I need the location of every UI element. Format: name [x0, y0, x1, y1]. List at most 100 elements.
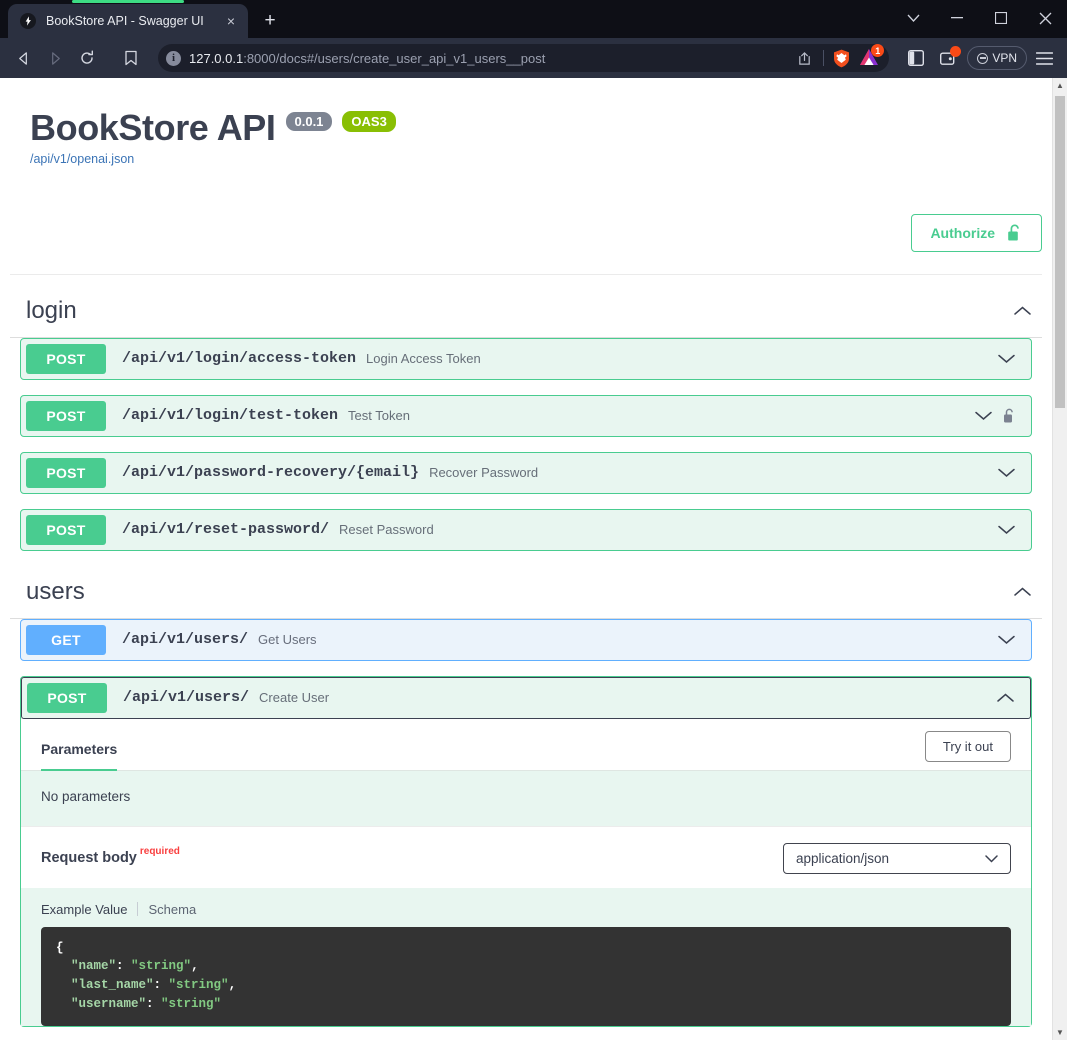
- operation-path: /api/v1/password-recovery/{email}: [122, 464, 420, 482]
- spec-url-link[interactable]: /api/v1/openai.json: [10, 152, 1042, 166]
- no-parameters-text: No parameters: [21, 769, 1031, 826]
- operation-summary[interactable]: POST/api/v1/login/test-token Test Token: [21, 396, 1031, 436]
- scroll-up-arrow-icon[interactable]: ▲: [1053, 78, 1067, 93]
- tab-example-value[interactable]: Example Value: [41, 902, 137, 917]
- minimize-window-button[interactable]: [935, 1, 979, 35]
- url-host: 127.0.0.1: [189, 50, 244, 66]
- close-window-button[interactable]: [1023, 1, 1067, 35]
- window-controls: [891, 0, 1067, 38]
- browser-tab[interactable]: BookStore API - Swagger UI ×: [8, 4, 248, 38]
- unlock-icon: [1007, 224, 1023, 242]
- tab-parameters[interactable]: Parameters: [41, 733, 118, 771]
- operation-post-collapsed[interactable]: POST/api/v1/reset-password/Reset Passwor…: [20, 508, 1032, 551]
- operation-controls: [975, 408, 1026, 424]
- reload-icon[interactable]: [72, 43, 102, 73]
- operation-get-collapsed[interactable]: GET/api/v1/users/Get Users: [20, 618, 1032, 661]
- chevron-down-icon[interactable]: [975, 411, 993, 421]
- operation-post-collapsed[interactable]: POST/api/v1/login/access-token Login Acce…: [20, 337, 1032, 380]
- request-body-label: Request body required: [41, 846, 180, 866]
- operation-path: /api/v1/users/: [122, 631, 249, 649]
- operation-summary[interactable]: POST/api/v1/login/access-token Login Acce…: [21, 339, 1031, 379]
- address-bar[interactable]: i 127.0.0.1:8000/docs#/users/create_user…: [158, 44, 890, 72]
- operation-summary[interactable]: POST/api/v1/reset-password/Reset Passwor…: [21, 510, 1031, 550]
- required-marker: required: [139, 846, 180, 858]
- operation-summary-text: Recover Password: [429, 465, 539, 481]
- example-tabs: Example Value Schema: [41, 902, 1011, 917]
- back-icon[interactable]: [8, 43, 38, 73]
- share-icon[interactable]: [794, 48, 814, 68]
- vpn-button[interactable]: VPN: [967, 46, 1027, 70]
- operation-post-collapsed[interactable]: POST/api/v1/login/test-token Test Token: [20, 394, 1032, 437]
- operation-summary[interactable]: GET/api/v1/users/Get Users: [21, 620, 1031, 660]
- operation-summary[interactable]: POST/api/v1/users/Create User: [21, 676, 1031, 719]
- leo-ai-icon[interactable]: 1: [859, 44, 885, 68]
- try-it-out-button[interactable]: Try it out: [924, 730, 1011, 762]
- toolbar-divider: [823, 50, 825, 66]
- authorize-button[interactable]: Authorize: [911, 213, 1042, 252]
- operation-summary[interactable]: POST/api/v1/password-recovery/{email} Rec…: [21, 453, 1031, 493]
- code-line: "username": "string": [71, 996, 222, 1011]
- http-method-badge: POST: [26, 514, 106, 545]
- operation-path: /api/v1/login/test-token: [122, 407, 339, 425]
- content-type-select[interactable]: application/json: [783, 842, 1011, 874]
- operation-path: /api/v1/login/access-token: [122, 350, 357, 368]
- http-method-badge: POST: [27, 682, 107, 713]
- wallet-icon[interactable]: [933, 43, 963, 73]
- url-text: 127.0.0.1:8000/docs#/users/create_user_a…: [189, 51, 786, 66]
- api-title-row: BookStore API 0.0.1 OAS3: [10, 108, 1042, 148]
- oas-badge: OAS3: [342, 111, 396, 133]
- maximize-window-button[interactable]: [979, 1, 1023, 35]
- page-scrollbar[interactable]: ▲ ▼: [1052, 78, 1067, 1040]
- hamburger-menu-icon[interactable]: [1029, 43, 1059, 73]
- close-tab-icon[interactable]: ×: [222, 12, 240, 30]
- tag-section-login: login POST/api/v1/login/access-token Login…: [10, 285, 1042, 551]
- tab-search-chevron-icon[interactable]: [891, 1, 935, 35]
- operation-body: Parameters Try it out No parameters Request…: [21, 718, 1031, 1026]
- tag-header-users[interactable]: users: [10, 566, 1042, 619]
- tag-name: login: [26, 296, 77, 324]
- brave-shields-icon[interactable]: [833, 49, 850, 68]
- tag-name: users: [26, 577, 85, 605]
- tab-title: BookStore API - Swagger UI: [46, 14, 204, 28]
- leo-notification-badge: 1: [871, 44, 885, 57]
- chevron-down-icon: [985, 851, 998, 866]
- page-title: BookStore API: [30, 107, 276, 148]
- scrollbar-thumb[interactable]: [1055, 96, 1065, 408]
- sidebar-toggle-icon[interactable]: [901, 43, 931, 73]
- browser-window: BookStore API - Swagger UI × + i 127.0.0…: [0, 0, 1067, 1040]
- chevron-down-icon[interactable]: [998, 468, 1016, 478]
- swagger-ui: BookStore API 0.0.1 OAS3 /api/v1/openai.…: [0, 78, 1052, 1040]
- chevron-down-icon[interactable]: [998, 635, 1016, 645]
- auth-lock-icon[interactable]: [1003, 408, 1016, 424]
- tag-header-login[interactable]: login: [10, 285, 1042, 338]
- site-info-icon[interactable]: i: [166, 50, 181, 66]
- operation-post-expanded: POST/api/v1/users/Create User Parameters T…: [20, 675, 1032, 1027]
- forward-icon: [40, 43, 70, 73]
- code-line: "last_name": "string",: [71, 978, 237, 993]
- page-viewport: BookStore API 0.0.1 OAS3 /api/v1/openai.…: [0, 78, 1067, 1040]
- request-body-row: Request body required application/json: [21, 825, 1031, 888]
- chevron-up-icon[interactable]: [1014, 587, 1032, 597]
- tab-accent-bar: [72, 0, 184, 3]
- chevron-down-icon[interactable]: [998, 525, 1016, 535]
- browser-toolbar: i 127.0.0.1:8000/docs#/users/create_user…: [0, 38, 1067, 78]
- chevron-down-icon[interactable]: [998, 354, 1016, 364]
- operation-controls: [998, 354, 1026, 364]
- http-method-badge: POST: [26, 457, 106, 488]
- bookmark-icon[interactable]: [116, 43, 146, 73]
- api-info-block: BookStore API 0.0.1 OAS3 /api/v1/openai.…: [0, 78, 1052, 166]
- tab-schema[interactable]: Schema: [138, 902, 206, 917]
- new-tab-button[interactable]: +: [256, 7, 284, 35]
- chevron-up-icon[interactable]: [997, 693, 1015, 703]
- operation-controls: [997, 693, 1025, 703]
- vpn-label: VPN: [992, 51, 1017, 65]
- scroll-down-arrow-icon[interactable]: ▼: [1053, 1025, 1067, 1040]
- http-method-badge: POST: [26, 343, 106, 374]
- operation-controls: [998, 468, 1026, 478]
- example-value-code[interactable]: { "name": "string", "last_name": "string…: [41, 926, 1011, 1026]
- operation-post-collapsed[interactable]: POST/api/v1/password-recovery/{email} Rec…: [20, 451, 1032, 494]
- chevron-up-icon[interactable]: [1014, 306, 1032, 316]
- code-line: {: [56, 940, 64, 955]
- browser-titlebar: BookStore API - Swagger UI × +: [0, 0, 1067, 38]
- address-bar-actions: 1: [794, 44, 885, 68]
